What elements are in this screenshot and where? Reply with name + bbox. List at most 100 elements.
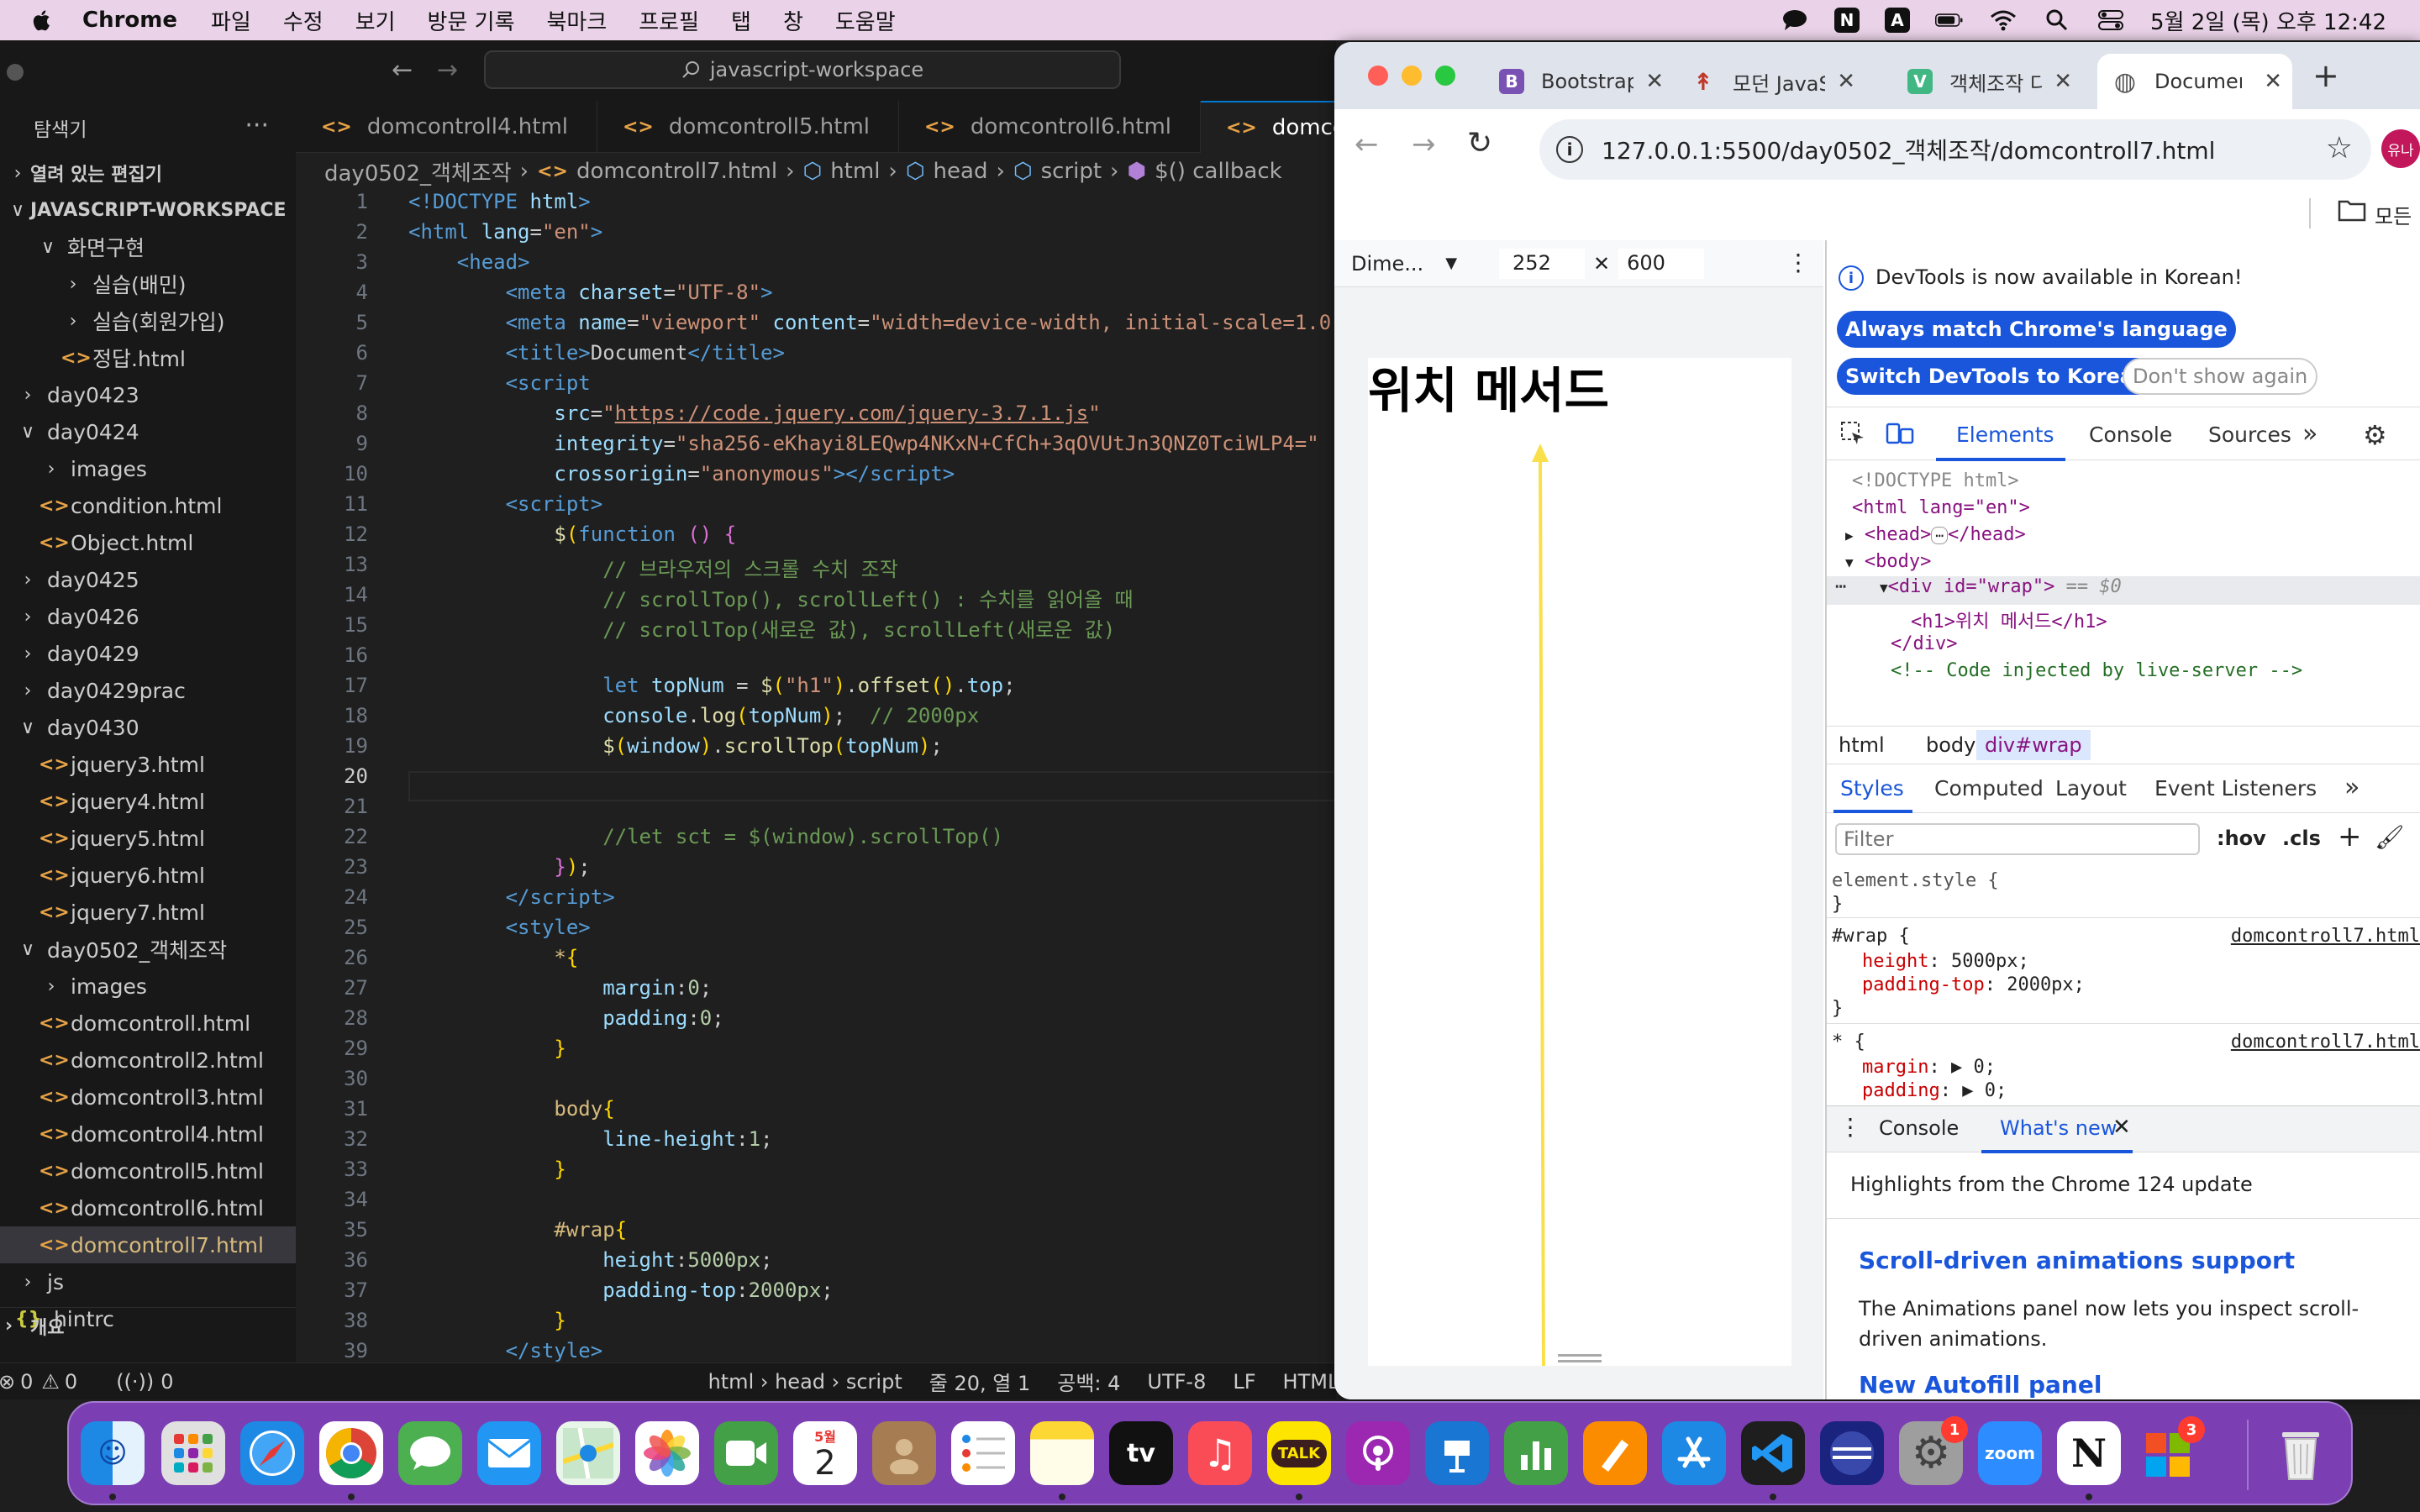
pages-icon[interactable] bbox=[1583, 1421, 1647, 1485]
back-arrow-icon[interactable]: ← bbox=[1355, 128, 1379, 161]
rule-star-source-link[interactable]: domcontroll7.html bbox=[2231, 1032, 2420, 1053]
styles-filter-input[interactable] bbox=[1835, 823, 2200, 855]
notes-icon[interactable] bbox=[1030, 1421, 1094, 1485]
explorer-folder[interactable]: ∨ day0424 bbox=[0, 413, 296, 450]
resize-handle-icon[interactable] bbox=[1558, 1354, 1602, 1362]
tab-styles[interactable]: Styles bbox=[1840, 776, 1904, 801]
dont-show-again-button[interactable]: Don't show again bbox=[2123, 358, 2318, 395]
css-declaration[interactable]: margin: ▶ 0; bbox=[1862, 1057, 1996, 1078]
explorer-folder[interactable]: ∨ 화면구현 bbox=[0, 228, 296, 265]
dom-h1-node[interactable]: <h1>위치 메서드</h1> bbox=[1911, 606, 2107, 633]
chrome-tab-bootstrap[interactable]: B Bootstrap ✕ bbox=[1499, 54, 1674, 109]
explorer-folder[interactable]: › day0425 bbox=[0, 561, 296, 598]
address-bar[interactable]: i 127.0.0.1:5500/day0502_객체조작/domcontrol… bbox=[1539, 119, 2371, 180]
explorer-folder[interactable]: › 실습(회원가입) bbox=[0, 302, 296, 339]
always-match-language-button[interactable]: Always match Chrome's language bbox=[1837, 311, 2236, 348]
dropdown-caret-icon[interactable]: ▼ bbox=[1445, 255, 1457, 272]
explorer-file[interactable]: <> jquery4.html bbox=[0, 783, 296, 820]
keynote-icon[interactable] bbox=[1425, 1421, 1489, 1485]
ports-count[interactable]: 0 bbox=[160, 1370, 173, 1394]
reload-icon[interactable]: ↻ bbox=[1467, 126, 1492, 160]
switch-to-korean-button[interactable]: Switch DevTools to Korean bbox=[1837, 358, 2157, 395]
reminders-icon[interactable] bbox=[951, 1421, 1015, 1485]
vscode-icon[interactable] bbox=[1741, 1421, 1805, 1485]
collapsed-ellipsis-icon[interactable]: ⋯ bbox=[1931, 527, 1949, 544]
cursor-position[interactable]: 줄 20, 열 1 bbox=[929, 1367, 1030, 1396]
chrome-tab-modern-js[interactable]: ↟ 모던 JavaScript ✕ bbox=[1691, 54, 1865, 109]
tab-domcontroll5[interactable]: <> domcontroll5.html bbox=[597, 101, 899, 153]
launchpad-icon[interactable] bbox=[161, 1421, 225, 1485]
back-arrow-icon[interactable]: ← bbox=[392, 55, 413, 85]
tab-close-icon[interactable]: ✕ bbox=[2054, 69, 2072, 94]
device-height-input[interactable]: 600 bbox=[1618, 248, 1705, 279]
drawer-tab-console[interactable]: Console bbox=[1879, 1116, 1959, 1140]
workspace-section[interactable]: ∨ JAVASCRIPT-WORKSPACE bbox=[0, 192, 296, 228]
app-store-icon[interactable] bbox=[1662, 1421, 1726, 1485]
dom-head-node[interactable]: ▶ <head> ⋯ </head> bbox=[1845, 524, 2026, 545]
trash-icon[interactable] bbox=[2269, 1421, 2333, 1485]
tab-sources[interactable]: Sources bbox=[2208, 423, 2291, 447]
more-subtabs-icon[interactable]: » bbox=[2344, 773, 2360, 802]
site-info-icon[interactable]: i bbox=[1556, 136, 1583, 163]
rule-star-selector[interactable]: * { bbox=[1832, 1032, 1865, 1053]
new-tab-button[interactable]: + bbox=[2312, 57, 2339, 94]
tab-console[interactable]: Console bbox=[2089, 423, 2172, 447]
tab-event-listeners[interactable]: Event Listeners bbox=[2154, 776, 2317, 801]
tab-layout[interactable]: Layout bbox=[2055, 776, 2127, 801]
apple-logo-icon[interactable] bbox=[30, 7, 54, 34]
mail-icon[interactable] bbox=[477, 1421, 541, 1485]
menu-edit[interactable]: 수정 bbox=[283, 5, 324, 36]
error-count[interactable]: 0 bbox=[20, 1370, 33, 1394]
warning-icon[interactable]: ⚠ bbox=[41, 1370, 60, 1394]
menu-app-name[interactable]: Chrome bbox=[82, 8, 177, 33]
forward-arrow-icon[interactable]: → bbox=[1412, 128, 1436, 161]
music-icon[interactable]: ♫ bbox=[1188, 1421, 1252, 1485]
explorer-file[interactable]: <> Object.html bbox=[0, 524, 296, 561]
all-bookmarks-label[interactable]: 모든 bbox=[2375, 200, 2412, 229]
breadcrumb-callback[interactable]: $() callback bbox=[1155, 159, 1282, 184]
tab-close-icon[interactable]: ✕ bbox=[1837, 69, 1855, 94]
zoom-icon[interactable]: zoom bbox=[1978, 1421, 2042, 1485]
explorer-file[interactable]: <> domcontroll2.html bbox=[0, 1042, 296, 1079]
explorer-file[interactable]: <> 정답.html bbox=[0, 339, 296, 376]
explorer-file[interactable]: <> domcontroll6.html bbox=[0, 1189, 296, 1226]
dom-div-close[interactable]: </div> bbox=[1891, 633, 1957, 654]
messages-icon[interactable] bbox=[398, 1421, 462, 1485]
tab-domcontroll6[interactable]: <> domcontroll6.html bbox=[899, 101, 1201, 153]
explorer-folder[interactable]: › js bbox=[0, 1263, 296, 1300]
drawer-close-icon[interactable]: ✕ bbox=[2112, 1115, 2131, 1140]
explorer-folder[interactable]: › day0429 bbox=[0, 635, 296, 672]
dimension-dropdown[interactable]: Dime... bbox=[1351, 252, 1423, 276]
menu-history[interactable]: 방문 기록 bbox=[428, 5, 515, 36]
css-declaration[interactable]: height: 5000px; bbox=[1862, 951, 2029, 972]
line-endings[interactable]: LF bbox=[1233, 1370, 1255, 1394]
safari-icon[interactable] bbox=[240, 1421, 304, 1485]
crumb-div-wrap[interactable]: div#wrap bbox=[1976, 730, 2091, 760]
crumb-body[interactable]: body bbox=[1926, 733, 1975, 757]
facetime-icon[interactable] bbox=[714, 1421, 778, 1485]
chrome-tab-document[interactable]: ◍ Document ✕ bbox=[2097, 54, 2292, 109]
css-declaration[interactable]: padding: ▶ 0; bbox=[1862, 1080, 2007, 1101]
explorer-folder[interactable]: ∨ day0430 bbox=[0, 709, 296, 746]
menu-help[interactable]: 도움말 bbox=[835, 5, 896, 36]
device-width-input[interactable]: 252 bbox=[1499, 248, 1586, 279]
forward-arrow-icon[interactable]: → bbox=[437, 55, 458, 85]
zoom-window-icon[interactable] bbox=[1435, 66, 1455, 86]
system-settings-icon[interactable]: ⚙ 1 bbox=[1899, 1416, 1968, 1485]
drawer-menu-icon[interactable]: ⋮ bbox=[1839, 1113, 1862, 1141]
tab-computed[interactable]: Computed bbox=[1934, 776, 2044, 801]
explorer-folder[interactable]: › day0426 bbox=[0, 598, 296, 635]
menu-window[interactable]: 창 bbox=[783, 5, 803, 36]
explorer-file[interactable]: <> jquery5.html bbox=[0, 820, 296, 857]
more-tabs-icon[interactable]: » bbox=[2302, 419, 2317, 449]
status-path[interactable]: html › head › script bbox=[708, 1370, 902, 1394]
warning-count[interactable]: 0 bbox=[65, 1370, 77, 1394]
photos-icon[interactable] bbox=[635, 1421, 699, 1485]
tab-elements[interactable]: Elements bbox=[1956, 423, 2054, 447]
menu-file[interactable]: 파일 bbox=[211, 5, 251, 36]
language-mode[interactable]: HTML bbox=[1283, 1370, 1339, 1394]
explorer-file[interactable]: <> domcontroll5.html bbox=[0, 1152, 296, 1189]
close-window-icon[interactable] bbox=[1368, 66, 1388, 86]
command-center-search[interactable]: javascript-workspace bbox=[484, 50, 1121, 89]
chrome-tab-dom[interactable]: V 객체조작 다루기 ✕ bbox=[1907, 54, 2082, 109]
